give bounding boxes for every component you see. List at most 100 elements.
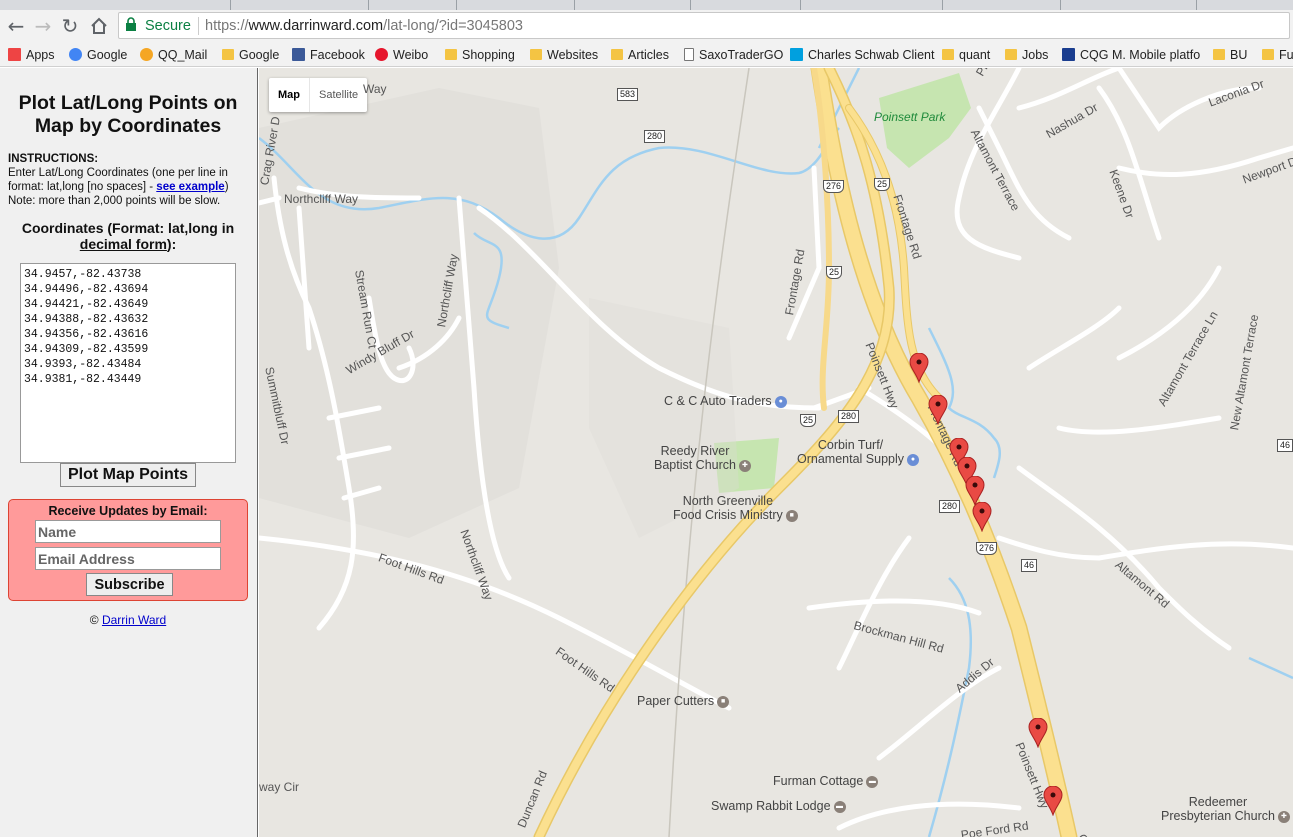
park-label: Poinsett Park: [874, 110, 946, 124]
folder-icon: [1005, 49, 1017, 60]
bookmark-item[interactable]: QQ_Mail: [140, 46, 207, 64]
shopping-bag-icon: ●: [907, 453, 920, 466]
map-marker-icon[interactable]: [972, 502, 992, 532]
map-type-satellite-button[interactable]: Satellite: [309, 78, 367, 112]
plot-map-points-button[interactable]: Plot Map Points: [60, 463, 196, 487]
bookmark-item[interactable]: Google: [69, 46, 127, 64]
place-icon: ■: [785, 509, 798, 522]
bookmark-label: BU: [1230, 48, 1248, 62]
weibo-icon: [375, 48, 388, 61]
route-shield: 280: [939, 500, 961, 513]
poi-label: Redeemer Presbyterian Church: [1161, 795, 1275, 823]
forward-arrow-icon[interactable]: →: [31, 14, 55, 38]
lodging-icon: ▬: [866, 775, 879, 788]
bookmark-item[interactable]: CQG M. Mobile platfo: [1062, 46, 1200, 64]
qq-mail-icon: [140, 48, 153, 61]
bookmark-item[interactable]: Google: [222, 46, 279, 64]
route-shield: 46: [1277, 439, 1293, 452]
poi-label: Reedy River Baptist Church: [654, 444, 736, 472]
name-field[interactable]: [35, 520, 221, 543]
poi-item[interactable]: Reedy River Baptist Church ✚: [654, 444, 751, 472]
bookmark-label: Facebook: [310, 48, 365, 62]
map-marker-icon[interactable]: [1043, 786, 1063, 816]
coordinate-panel: Plot Lat/Long Points on Map by Coordinat…: [0, 68, 258, 837]
page-icon: [684, 48, 694, 61]
lodging-icon: ▬: [833, 800, 846, 813]
bookmark-item[interactable]: quant: [942, 46, 990, 64]
bookmark-label: Apps: [26, 48, 55, 62]
google-g-icon: [69, 48, 82, 61]
bookmark-item[interactable]: BU: [1213, 46, 1247, 64]
decimal-form-link[interactable]: decimal form: [80, 236, 167, 252]
map-type-control: Map Satellite: [269, 78, 368, 112]
bookmark-label: Weibo: [393, 48, 429, 62]
see-example-link[interactable]: see example: [156, 181, 224, 193]
road-label: Northcliff Way: [284, 192, 359, 206]
route-shield: 25: [826, 266, 843, 279]
back-arrow-icon[interactable]: ←: [4, 14, 28, 38]
bookmark-item[interactable]: Websites: [530, 46, 598, 64]
divider: [198, 17, 199, 35]
email-field[interactable]: [35, 547, 221, 570]
poi-item[interactable]: Redeemer Presbyterian Church ✚: [1161, 795, 1290, 823]
bookmark-label: Google: [239, 48, 280, 62]
bookmark-item[interactable]: Weibo: [375, 46, 428, 64]
bookmark-item[interactable]: Fu: [1262, 46, 1293, 64]
bookmarks-bar: Apps Google QQ_Mail Google Facebook Weibo Shop…: [0, 42, 1293, 67]
poi-item[interactable]: North Greenville Food Crisis Ministry ■: [673, 494, 798, 522]
coordinates-textarea[interactable]: [20, 263, 236, 463]
church-icon: ✚: [1277, 810, 1290, 823]
bookmark-label: Articles: [628, 48, 669, 62]
subscribe-button[interactable]: Subscribe: [86, 573, 173, 596]
route-shield: 276: [823, 180, 845, 193]
bookmark-item[interactable]: Jobs: [1005, 46, 1048, 64]
place-icon: ■: [717, 695, 730, 708]
poi-label: Furman Cottage: [773, 774, 864, 788]
instructions-heading: INSTRUCTIONS:: [8, 153, 99, 165]
author-link[interactable]: Darrin Ward: [102, 613, 166, 627]
church-icon: ✚: [738, 459, 751, 472]
folder-icon: [942, 49, 954, 60]
bookmark-label: Shopping: [462, 48, 515, 62]
home-icon[interactable]: [87, 14, 111, 38]
bookmark-label: Fu: [1279, 48, 1293, 62]
apps-grid-icon: [8, 48, 21, 61]
browser-toolbar: ← → ↻ Secure https://www.darrinward.com/…: [0, 10, 1293, 42]
poi-item[interactable]: Corbin Turf/Ornamental Supply ●: [797, 438, 920, 466]
poi-item[interactable]: Furman Cottage ▬: [773, 774, 879, 788]
reload-icon[interactable]: ↻: [58, 14, 82, 38]
address-bar[interactable]: Secure https://www.darrinward.com/lat-lo…: [118, 12, 1290, 39]
url-text: https://www.darrinward.com/lat-long/?id=…: [205, 18, 523, 34]
route-shield: 280: [838, 410, 860, 423]
poi-item[interactable]: C & C Auto Traders ●: [664, 394, 787, 408]
poi-item[interactable]: Paper Cutters ■: [637, 694, 730, 708]
map-marker-icon[interactable]: [1028, 718, 1048, 748]
bookmark-item[interactable]: Articles: [611, 46, 669, 64]
route-shield: 46: [1021, 559, 1038, 572]
map-canvas[interactable]: Map Satellite Poinsett Park Way Crag River…: [259, 68, 1293, 837]
map-type-map-button[interactable]: Map: [269, 78, 309, 112]
instructions-note: Note: more than 2,000 points will be slo…: [8, 195, 221, 207]
route-shield: 280: [644, 130, 666, 143]
copyright: © Darrin Ward: [89, 613, 167, 627]
map-marker-icon[interactable]: [928, 395, 948, 425]
bookmark-item[interactable]: Shopping: [445, 46, 515, 64]
bookmark-item[interactable]: Apps: [8, 46, 55, 64]
map-marker-icon[interactable]: [909, 353, 929, 383]
folder-icon: [1213, 49, 1225, 60]
lock-icon: [126, 17, 136, 31]
bookmark-item[interactable]: SaxoTraderGO: [684, 46, 783, 64]
bookmark-label: Jobs: [1022, 48, 1049, 62]
folder-icon: [445, 49, 457, 60]
email-heading: Receive Updates by Email:: [48, 504, 208, 518]
bookmark-label: CQG M. Mobile platfo: [1080, 48, 1201, 62]
bookmark-item[interactable]: Facebook: [292, 46, 365, 64]
instructions: INSTRUCTIONS: Enter Lat/Long Coordinates…: [8, 152, 253, 208]
schwab-icon: [790, 48, 803, 61]
road-label: Way: [363, 82, 387, 96]
coordinates-label: Coordinates (Format: lat,long in decimal…: [21, 220, 235, 252]
bookmark-label: Google: [87, 48, 128, 62]
poi-label: North Greenville Food Crisis Ministry: [673, 494, 783, 522]
bookmark-item[interactable]: Charles Schwab Client: [790, 46, 934, 64]
poi-item[interactable]: Swamp Rabbit Lodge ▬: [711, 799, 846, 813]
